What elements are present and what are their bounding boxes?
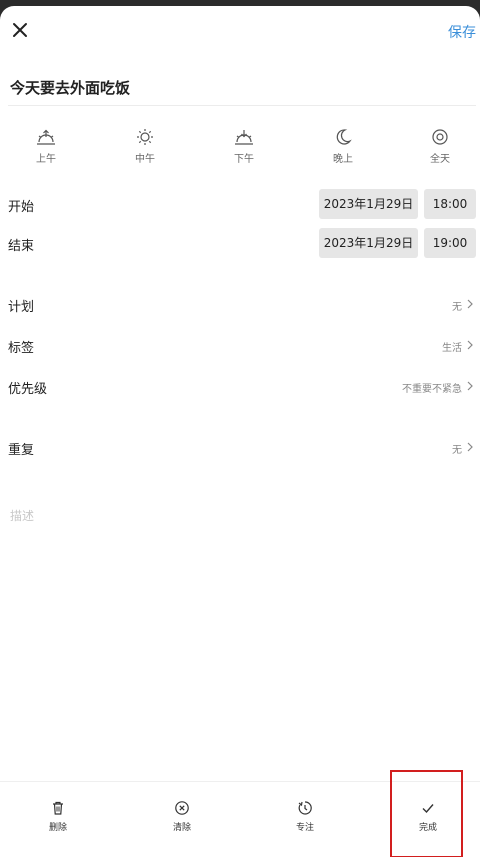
- timer-icon: [298, 801, 312, 815]
- clear-circle-icon: [175, 801, 189, 815]
- divider: [8, 105, 476, 106]
- time-period-selector: 上午 中午 下午 晚上 全天: [0, 128, 480, 172]
- tag-label: 标签: [8, 341, 35, 356]
- end-date-chip[interactable]: 2023年1月29日: [319, 228, 418, 258]
- all-day-icon: [432, 129, 448, 145]
- period-afternoon[interactable]: 下午: [214, 128, 274, 165]
- period-evening[interactable]: 晚上: [313, 128, 373, 165]
- plan-label: 计划: [8, 300, 35, 315]
- period-label: 上午: [36, 154, 56, 165]
- period-label: 中午: [135, 154, 155, 165]
- period-noon[interactable]: 中午: [115, 128, 175, 165]
- chevron-right-icon: [467, 381, 473, 391]
- sun-icon: [137, 129, 153, 145]
- focus-button[interactable]: 专注: [275, 800, 335, 833]
- priority-value: 不重要不紧急: [402, 384, 462, 395]
- highlight-box: [390, 770, 463, 857]
- description-input[interactable]: 描述: [10, 507, 34, 524]
- tag-value: 生活: [442, 343, 462, 354]
- plan-value: 无: [452, 302, 462, 313]
- priority-label: 优先级: [8, 382, 48, 397]
- close-button[interactable]: [8, 18, 32, 42]
- save-button[interactable]: 保存: [448, 22, 476, 42]
- repeat-row[interactable]: 重复 无: [0, 433, 480, 463]
- period-label: 全天: [430, 154, 450, 165]
- end-label: 结束: [8, 239, 35, 254]
- sunset-icon: [235, 130, 253, 145]
- top-bar: 保存: [0, 6, 480, 52]
- end-time-chip[interactable]: 19:00: [424, 228, 476, 258]
- priority-row[interactable]: 优先级 不重要不紧急: [0, 372, 480, 402]
- chevron-right-icon: [467, 340, 473, 350]
- start-label: 开始: [8, 200, 35, 215]
- task-edit-sheet: 保存 今天要去外面吃饭 上午 中午 下午 晚上 全天 开始 2023年1月29日…: [0, 6, 480, 857]
- chevron-right-icon: [467, 299, 473, 309]
- delete-button[interactable]: 删除: [28, 800, 88, 833]
- start-time-chip[interactable]: 18:00: [424, 189, 476, 219]
- delete-label: 删除: [48, 823, 67, 833]
- chevron-right-icon: [467, 442, 473, 452]
- period-morning[interactable]: 上午: [16, 128, 76, 165]
- moon-icon: [336, 129, 352, 145]
- repeat-value: 无: [452, 445, 462, 456]
- tag-row[interactable]: 标签 生活: [0, 331, 480, 361]
- repeat-label: 重复: [8, 443, 35, 458]
- start-date-chip[interactable]: 2023年1月29日: [319, 189, 418, 219]
- focus-label: 专注: [295, 823, 314, 833]
- period-label: 下午: [234, 154, 254, 165]
- plan-row[interactable]: 计划 无: [0, 290, 480, 320]
- clear-button[interactable]: 清除: [152, 800, 212, 833]
- clear-label: 清除: [172, 823, 191, 833]
- sunrise-icon: [37, 129, 55, 145]
- period-label: 晚上: [333, 154, 353, 165]
- task-title[interactable]: 今天要去外面吃饭: [10, 77, 130, 98]
- period-all-day[interactable]: 全天: [410, 128, 470, 165]
- close-icon: [13, 23, 27, 37]
- bottom-action-bar: 删除 清除 专注 完成: [0, 770, 480, 857]
- trash-icon: [53, 801, 63, 815]
